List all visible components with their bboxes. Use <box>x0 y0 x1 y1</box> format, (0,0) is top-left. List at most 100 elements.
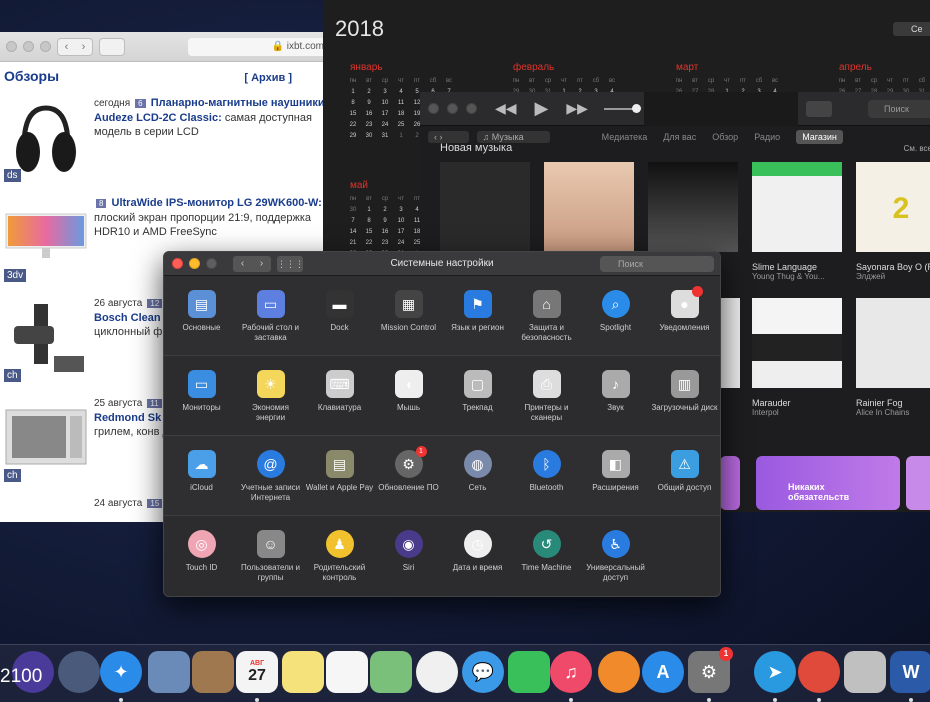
pref-pane-wallet[interactable]: ▤ Wallet и Apple Pay <box>305 436 374 515</box>
itunes-search-input[interactable]: Поиск <box>868 100 930 118</box>
monitor-thumbnail[interactable]: 3dv <box>4 196 88 282</box>
chevron-left-icon[interactable]: ‹ <box>241 258 244 269</box>
safari-dock-icon[interactable]: ✦ <box>100 651 142 693</box>
tab-browse[interactable]: Обзор <box>712 132 738 142</box>
album-cover[interactable] <box>544 162 634 252</box>
facetime-dock-icon[interactable] <box>508 651 550 693</box>
day-cell[interactable]: 8 <box>345 100 361 106</box>
day-cell[interactable]: 3 <box>377 89 393 95</box>
app-store-dock-icon[interactable]: A <box>642 651 684 693</box>
pref-pane-monitor[interactable]: ▭ Мониторы <box>167 356 236 435</box>
album-item[interactable] <box>544 162 634 252</box>
telegram-dock-icon[interactable]: ➤ <box>754 651 796 693</box>
tab-radio[interactable]: Радио <box>754 132 780 142</box>
pref-pane-sharing-folder[interactable]: ⚠ Общий доступ <box>650 436 719 515</box>
promo-banner[interactable] <box>906 456 930 510</box>
volume-slider[interactable] <box>603 103 641 113</box>
album-cover[interactable]: 2 <box>856 162 930 252</box>
day-cell[interactable]: 24 <box>393 240 409 246</box>
album-item[interactable] <box>720 298 740 388</box>
pref-pane-network-globe[interactable]: ◍ Сеть <box>443 436 512 515</box>
day-cell[interactable]: 15 <box>361 229 377 235</box>
album-item[interactable] <box>648 162 738 252</box>
play-icon[interactable]: ▶ <box>535 98 549 119</box>
pref-pane-general[interactable]: ▤ Основные <box>167 276 236 355</box>
back-forward-buttons[interactable]: ‹ › <box>57 37 93 56</box>
pref-pane-at[interactable]: @ Учетные записи Интернета <box>236 436 305 515</box>
day-cell[interactable]: 24 <box>377 122 393 128</box>
pref-pane-mission-control[interactable]: ▦ Mission Control <box>374 276 443 355</box>
messages-dock-icon[interactable]: 💬 <box>462 651 504 693</box>
pref-pane-time-machine[interactable]: ↺ Time Machine <box>512 516 581 596</box>
day-cell[interactable]: 9 <box>377 218 393 224</box>
mail-stamp-dock-icon[interactable] <box>844 651 886 693</box>
pref-pane-spotlight[interactable]: ⌕ Spotlight <box>581 276 650 355</box>
contacts-dock-icon[interactable] <box>192 651 234 693</box>
zoom-button[interactable] <box>40 41 51 52</box>
pref-pane-software-update[interactable]: ⚙ 1 Обновление ПО <box>374 436 443 515</box>
day-cell[interactable]: 14 <box>345 229 361 235</box>
day-cell[interactable]: 16 <box>377 229 393 235</box>
pref-pane-bluetooth[interactable]: ᛒ Bluetooth <box>512 436 581 515</box>
album-item[interactable]: Slime Language Young Thug & You... <box>752 162 842 281</box>
see-all-link[interactable]: См. все <box>904 144 930 153</box>
album-item[interactable]: 2 Sayonara Boy O (Remix) Элджей <box>856 162 930 281</box>
vacuum-thumbnail[interactable]: ch <box>4 296 88 382</box>
close-button[interactable] <box>6 41 17 52</box>
zoom-button[interactable] <box>466 103 477 114</box>
list-item[interactable]: ds сегодня 6 Планарно-магнитные наушники… <box>4 96 326 196</box>
list-view-button[interactable] <box>806 101 832 117</box>
pref-pane-disk[interactable]: ▥ Загрузочный диск <box>650 356 719 435</box>
pref-pane-speaker[interactable]: ♪ Звук <box>581 356 650 435</box>
itunes-dock-icon[interactable]: ♫ <box>550 651 592 693</box>
album-cover[interactable] <box>648 162 738 252</box>
rewind-icon[interactable]: ◀◀ <box>495 100 517 117</box>
day-cell[interactable]: 30 <box>361 133 377 139</box>
day-cell[interactable]: 22 <box>345 122 361 128</box>
minimize-button[interactable] <box>189 258 200 269</box>
calendar-top-button[interactable]: Се <box>893 22 930 36</box>
preview-dock-icon[interactable] <box>148 651 190 693</box>
pref-pane-clock[interactable]: ◷ Дата и время <box>443 516 512 596</box>
day-cell[interactable]: 1 <box>361 207 377 213</box>
day-cell[interactable]: 23 <box>377 240 393 246</box>
album-cover[interactable] <box>440 162 530 252</box>
article-title[interactable]: UltraWide IPS-монитор LG 29WK600-W: <box>112 197 322 209</box>
pref-pane-accessibility[interactable]: ♿ Универсальный доступ <box>581 516 650 596</box>
close-button[interactable] <box>428 103 439 114</box>
pref-pane-users[interactable]: ☺ Пользователи и группы <box>236 516 305 596</box>
day-cell[interactable]: 11 <box>393 100 409 106</box>
sidebar-toggle-button[interactable] <box>99 37 125 56</box>
address-bar[interactable]: 🔒 ixbt.com <box>188 38 328 56</box>
launchpad-dock-icon[interactable] <box>58 651 100 693</box>
day-cell[interactable]: 3 <box>393 207 409 213</box>
article-title[interactable]: Redmond Sk <box>94 412 161 424</box>
minimize-button[interactable] <box>447 103 458 114</box>
day-cell[interactable]: 29 <box>345 133 361 139</box>
show-all-grid-icon[interactable]: ⋮⋮⋮ <box>277 255 304 272</box>
pref-pane-trackpad[interactable]: ▢ Трекпад <box>443 356 512 435</box>
tab-library[interactable]: Медиатека <box>602 132 648 142</box>
promo-banner[interactable]: Никаких обязательств <box>756 456 900 510</box>
day-cell[interactable]: 16 <box>361 111 377 117</box>
chevron-right-icon[interactable]: › <box>260 258 263 269</box>
prefs-search-input[interactable]: Поиск <box>600 256 714 272</box>
reminders-dock-icon[interactable] <box>326 651 368 693</box>
pref-pane-house-lock[interactable]: ⌂ Защита и безопасность <box>512 276 581 355</box>
calendar-dock-icon[interactable]: АВГ 27 <box>236 651 278 693</box>
pref-pane-fingerprint[interactable]: ◎ Touch ID <box>167 516 236 596</box>
fast-forward-icon[interactable]: ▶▶ <box>566 100 588 117</box>
zoom-button[interactable] <box>206 258 217 269</box>
archive-link[interactable]: [ Архив ] <box>244 72 292 84</box>
pref-pane-dock[interactable]: ▬ Dock <box>305 276 374 355</box>
album-item[interactable] <box>440 162 530 252</box>
pref-pane-notifications[interactable]: ● Уведомления <box>650 276 719 355</box>
day-cell[interactable]: 18 <box>393 111 409 117</box>
day-cell[interactable]: 30 <box>345 207 361 213</box>
pref-pane-siri[interactable]: ◉ Siri <box>374 516 443 596</box>
promo-banner[interactable] <box>720 456 740 510</box>
headphones-thumbnail[interactable]: ds <box>4 96 88 182</box>
article-title[interactable]: Bosch Clean <box>94 312 161 324</box>
day-cell[interactable]: 10 <box>377 100 393 106</box>
pref-pane-keyboard[interactable]: ⌨ Клавиатура <box>305 356 374 435</box>
